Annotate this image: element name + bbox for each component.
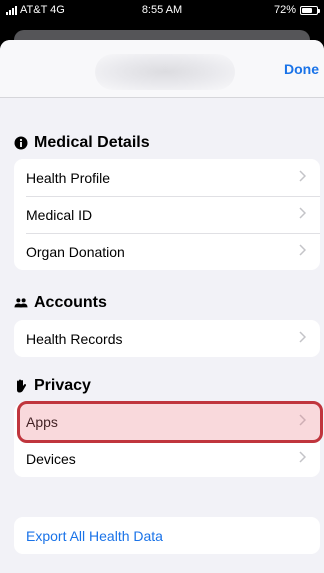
section-header-accounts: Accounts [14, 294, 107, 312]
row-health-profile[interactable]: Health Profile [14, 159, 320, 196]
export-all-health-data-button[interactable]: Export All Health Data [14, 517, 320, 554]
hand-icon [14, 379, 28, 393]
section-title: Medical Details [34, 134, 150, 151]
battery-group: 72% [273, 4, 320, 16]
row-health-records[interactable]: Health Records [14, 320, 320, 357]
section-title: Privacy [34, 377, 91, 394]
row-devices[interactable]: Devices [14, 440, 320, 477]
accounts-group: Health Records [14, 320, 320, 357]
row-label: Health Records [26, 330, 123, 347]
chevron-right-icon [299, 207, 306, 219]
people-icon [14, 296, 28, 310]
battery-icon [300, 5, 320, 15]
row-label: Devices [26, 450, 76, 467]
apps-highlight [17, 401, 323, 443]
row-label: Health Profile [26, 169, 111, 186]
done-button[interactable]: Done [284, 61, 319, 77]
section-title: Accounts [34, 294, 107, 311]
chevron-right-icon [299, 331, 306, 343]
export-group: Export All Health Data [14, 517, 320, 554]
chevron-right-icon [299, 451, 306, 463]
row-label: Organ Donation [26, 243, 125, 260]
info-circle-icon [14, 136, 28, 150]
blurred-avatar [95, 54, 235, 90]
status-bar: AT&T 4G 8:55 AM 72% [0, 0, 324, 20]
row-label: Export All Health Data [26, 527, 163, 544]
chevron-right-icon [299, 244, 306, 256]
row-label: Medical ID [26, 206, 93, 223]
row-organ-donation[interactable]: Organ Donation [14, 233, 320, 270]
nav-bar: Done [0, 40, 324, 98]
chevron-right-icon [299, 170, 306, 182]
section-header-privacy: Privacy [14, 377, 91, 395]
medical-details-group: Health Profile Medical ID Organ Donation [14, 159, 320, 270]
row-medical-id[interactable]: Medical ID [14, 196, 320, 233]
battery-percent: 72% [273, 4, 296, 16]
section-header-medical-details: Medical Details [14, 134, 150, 152]
